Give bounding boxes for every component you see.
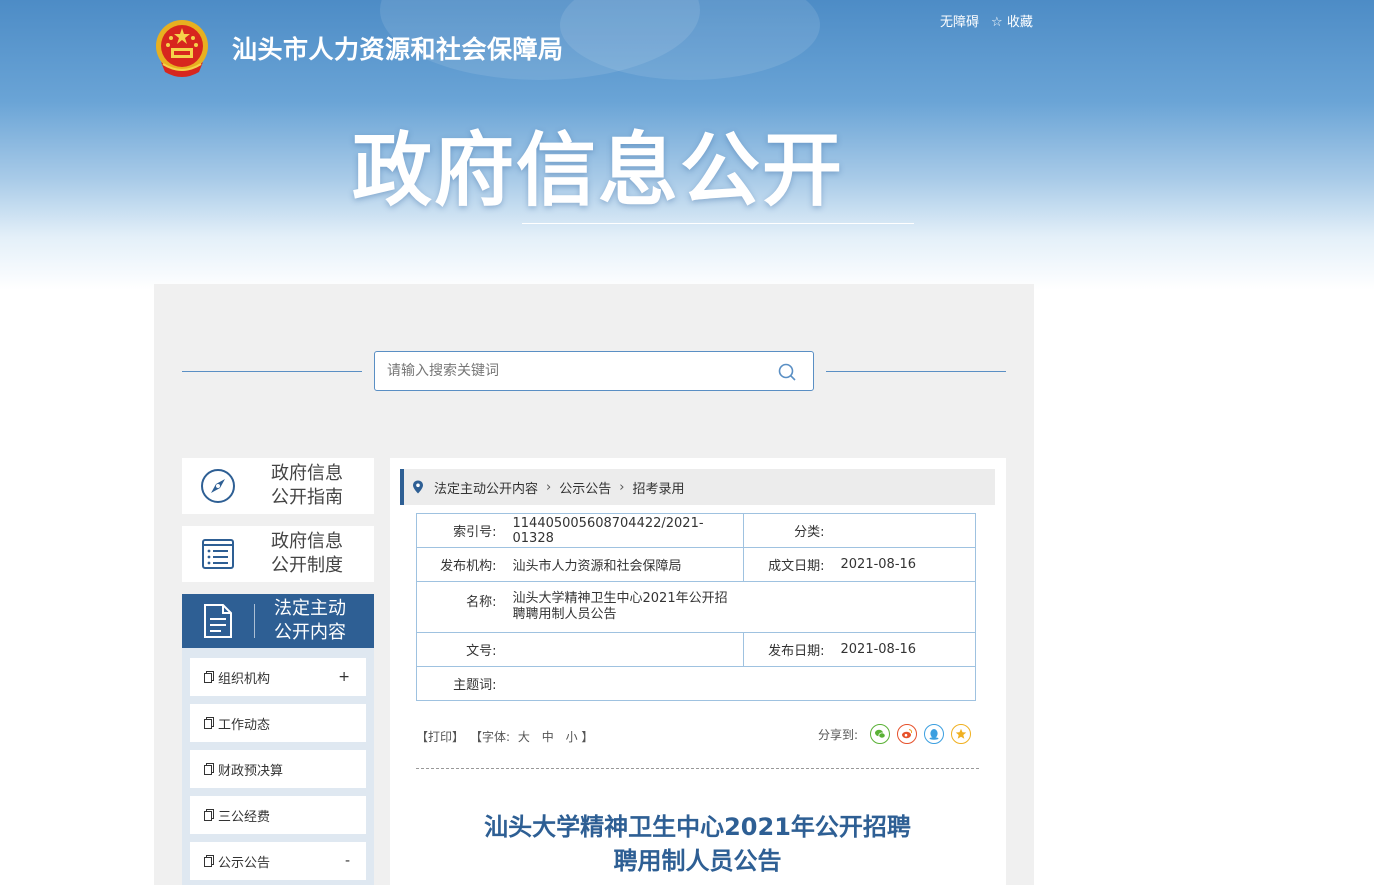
sidebar-card-label: 政府信息 公开指南 xyxy=(262,462,352,510)
article-title-line: 聘用制人员公告 xyxy=(613,847,782,875)
qzone-share-icon[interactable] xyxy=(951,724,972,744)
sidebar-card-label: 政府信息 公开制度 xyxy=(262,530,352,578)
written-date-value: 2021-08-16 xyxy=(838,547,976,582)
name-label: 名称: xyxy=(416,581,511,633)
font-close-bracket: 】 xyxy=(581,730,594,744)
font-large-button[interactable]: 大 xyxy=(518,730,530,744)
sidebar-item-three-public-funds[interactable]: 三公经费 xyxy=(190,796,366,834)
publish-date-label: 发布日期: xyxy=(743,632,839,667)
favorite-label: 收藏 xyxy=(1006,15,1033,30)
docnum-label: 文号: xyxy=(416,632,511,667)
breadcrumb-item[interactable]: 公示公告 xyxy=(559,478,611,497)
document-icon xyxy=(204,604,232,638)
search-box xyxy=(374,351,814,391)
category-label: 分类: xyxy=(743,513,839,548)
name-cell: 汕头大学精神卫生中心2021年公开招聘聘用制人员公告 xyxy=(510,581,976,633)
weibo-share-icon[interactable] xyxy=(897,724,918,744)
share-bar: 分享到: xyxy=(818,724,972,744)
compass-icon xyxy=(201,469,235,503)
breadcrumb-item[interactable]: 招考录用 xyxy=(632,478,684,497)
sidebar-card-system[interactable]: 政府信息 公开制度 xyxy=(182,526,374,582)
star-outline-icon: ☆ xyxy=(991,15,1003,30)
table-row: 名称: 汕头大学精神卫生中心2021年公开招聘聘用制人员公告 xyxy=(416,581,976,633)
label-line: 公开制度 xyxy=(271,555,343,576)
sidebar-item-label: 工作动态 xyxy=(218,717,271,733)
article-title: 汕头大学精神卫生中心2021年公开招聘 聘用制人员公告 xyxy=(416,810,979,878)
label-line: 法定主动 xyxy=(274,598,346,619)
publisher-value: 汕头市人力资源和社会保障局 xyxy=(510,547,744,582)
chevron-right-icon: › xyxy=(546,479,552,495)
docnum-value xyxy=(510,632,744,667)
banner-underline xyxy=(522,223,914,224)
document-metadata-table: 索引号: 114405005608704422/2021-01328 分类: 发… xyxy=(416,513,976,701)
banner-title: 政府信息公开 xyxy=(352,124,844,217)
subject-label: 主题词: xyxy=(416,666,511,701)
written-date-label: 成文日期: xyxy=(743,547,839,582)
font-label: 【字体: xyxy=(470,730,511,744)
sidebar-item-label: 三公经费 xyxy=(218,809,271,825)
font-small-button[interactable]: 小 xyxy=(566,730,578,744)
national-emblem-icon xyxy=(156,20,208,77)
article-title-line: 汕头大学精神卫生中心2021年公开招聘 xyxy=(484,813,911,841)
sidebar-item-organization[interactable]: 组织机构 + xyxy=(190,658,366,696)
agency-name: 汕头市人力资源和社会保障局 xyxy=(232,35,564,64)
search-divider-right xyxy=(826,371,1006,372)
table-row: 索引号: 114405005608704422/2021-01328 分类: xyxy=(416,513,976,548)
top-links: 无障碍 ☆ 收藏 xyxy=(940,11,1033,30)
name-value: 汕头大学精神卫生中心2021年公开招聘聘用制人员公告 xyxy=(512,591,728,622)
table-row: 文号: 发布日期: 2021-08-16 xyxy=(416,632,976,667)
sidebar-item-label: 组织机构 xyxy=(218,671,271,687)
list-document-icon xyxy=(202,539,234,569)
qq-share-icon[interactable] xyxy=(924,724,945,744)
sidebar-item-label: 公示公告 xyxy=(218,855,271,871)
copy-doc-icon xyxy=(204,809,214,821)
index-value: 114405005608704422/2021-01328 xyxy=(510,513,744,548)
search-icon[interactable] xyxy=(777,362,797,382)
copy-doc-icon xyxy=(204,855,214,867)
copy-doc-icon xyxy=(204,671,214,683)
chevron-right-icon: › xyxy=(619,479,625,495)
sidebar-item-announcements[interactable]: 公示公告 - xyxy=(190,842,366,880)
favorite-link[interactable]: ☆ 收藏 xyxy=(991,11,1033,30)
category-value xyxy=(838,513,976,548)
label-line: 公开指南 xyxy=(271,487,343,508)
font-medium-button[interactable]: 中 xyxy=(542,730,554,744)
search-divider-left xyxy=(182,371,362,372)
sidebar-item-label: 财政预决算 xyxy=(218,763,284,779)
publish-date-value: 2021-08-16 xyxy=(838,632,976,667)
accessibility-link[interactable]: 无障碍 xyxy=(940,11,979,30)
sidebar-card-label: 法定主动 公开内容 xyxy=(265,597,355,645)
index-label: 索引号: xyxy=(416,513,511,548)
print-button[interactable]: 【打印】 xyxy=(416,728,464,745)
label-line: 政府信息 xyxy=(271,531,343,552)
label-line: 公开内容 xyxy=(274,622,346,643)
font-size-controls: 【字体: 大 中 小 】 xyxy=(470,728,593,745)
share-label: 分享到: xyxy=(818,727,859,742)
sidebar-card-guide[interactable]: 政府信息 公开指南 xyxy=(182,458,374,514)
breadcrumb: 法定主动公开内容 › 公示公告 › 招考录用 xyxy=(400,469,995,505)
breadcrumb-item[interactable]: 法定主动公开内容 xyxy=(434,478,538,497)
copy-doc-icon xyxy=(204,717,214,729)
card-divider xyxy=(254,604,255,638)
collapse-toggle[interactable]: - xyxy=(345,853,350,869)
sidebar-item-work-news[interactable]: 工作动态 xyxy=(190,704,366,742)
location-pin-icon xyxy=(413,480,423,494)
table-row: 主题词: xyxy=(416,666,976,701)
table-row: 发布机构: 汕头市人力资源和社会保障局 成文日期: 2021-08-16 xyxy=(416,547,976,582)
page-tools: 【打印】 【字体: 大 中 小 】 xyxy=(416,728,593,745)
expand-toggle[interactable]: + xyxy=(338,669,350,685)
wechat-share-icon[interactable] xyxy=(870,724,891,744)
sidebar-card-active-content[interactable]: 法定主动 公开内容 xyxy=(182,594,374,648)
sidebar-item-budget[interactable]: 财政预决算 xyxy=(190,750,366,788)
content-divider xyxy=(416,768,979,769)
label-line: 政府信息 xyxy=(271,463,343,484)
copy-doc-icon xyxy=(204,763,214,775)
search-input[interactable] xyxy=(375,352,755,390)
publisher-label: 发布机构: xyxy=(416,547,511,582)
subject-value xyxy=(510,666,976,701)
